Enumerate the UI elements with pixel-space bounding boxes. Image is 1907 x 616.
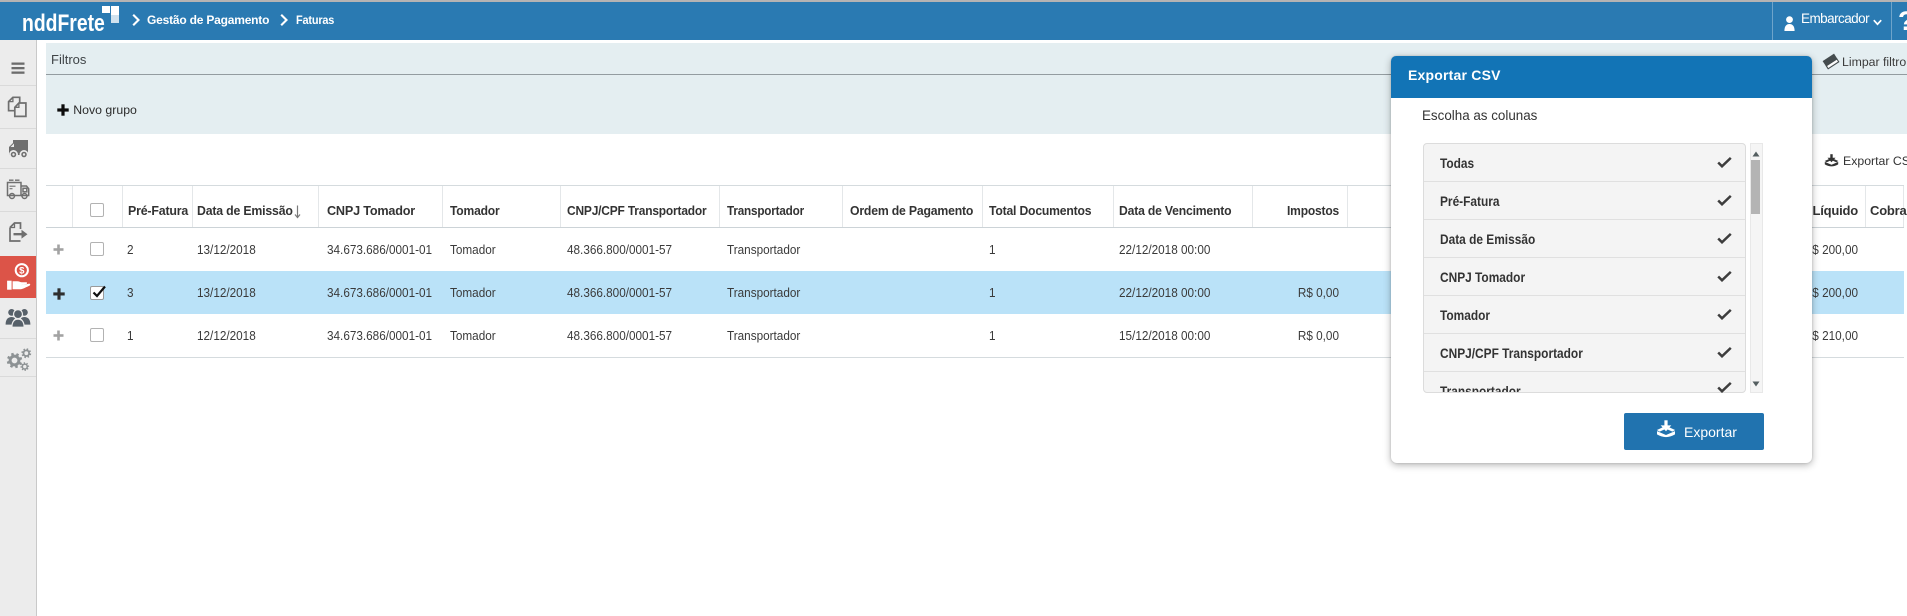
svg-text:$: $ (19, 266, 25, 277)
